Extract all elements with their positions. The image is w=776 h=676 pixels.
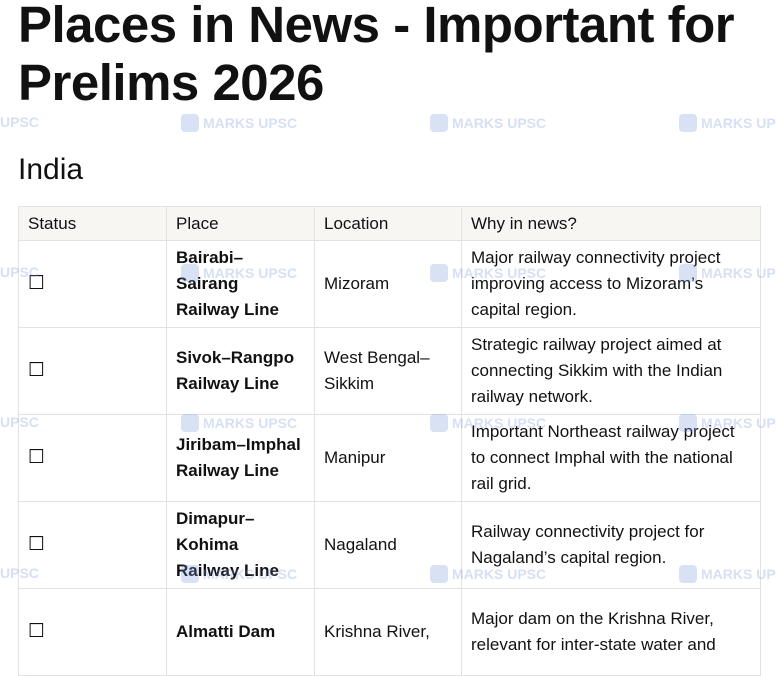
table-row: ☐ Almatti Dam Krishna River, Major dam o… <box>18 588 761 676</box>
location-cell: Manipur <box>314 414 462 502</box>
watermark-logo-icon <box>181 114 199 132</box>
why-in-news-cell: Major railway connectivity project impro… <box>461 240 761 328</box>
why-in-news-cell: Strategic railway project aimed at conne… <box>461 327 761 415</box>
table-header-row: Status Place Location Why in news? <box>18 206 761 241</box>
why-in-news-cell: Important Northeast railway project to c… <box>461 414 761 502</box>
watermark: MARKS UPSC <box>430 114 546 132</box>
why-in-news-cell: Major dam on the Krishna River, relevant… <box>461 588 761 676</box>
location-cell: West Bengal–Sikkim <box>314 327 462 415</box>
table-row: ☐ Jiribam–Imphal Railway Line Manipur Im… <box>18 414 761 502</box>
location-cell: Krishna River, <box>314 588 462 676</box>
places-table: Status Place Location Why in news? ☐ Bai… <box>18 206 761 676</box>
table-row: ☐ Sivok–Rangpo Railway Line West Bengal–… <box>18 327 761 415</box>
page-title: Places in News - Important for Prelims 2… <box>18 0 735 111</box>
location-cell: Mizoram <box>314 240 462 328</box>
status-checkbox[interactable]: ☐ <box>18 588 167 676</box>
place-cell: Jiribam–Imphal Railway Line <box>166 414 315 502</box>
table-row: ☐ Bairabi–Sairang Railway Line Mizoram M… <box>18 240 761 328</box>
place-cell: Sivok–Rangpo Railway Line <box>166 327 315 415</box>
section-heading-india: India <box>18 153 84 186</box>
watermark-logo-icon <box>430 114 448 132</box>
location-cell: Nagaland <box>314 501 462 589</box>
watermark: MARKS UPSC <box>679 114 776 132</box>
watermark: MARKS UPSC <box>181 114 297 132</box>
header-location: Location <box>314 206 462 241</box>
place-cell: Almatti Dam <box>166 588 315 676</box>
watermark: UPSC <box>0 114 39 130</box>
status-checkbox[interactable]: ☐ <box>18 501 167 589</box>
status-checkbox[interactable]: ☐ <box>18 240 167 328</box>
header-place: Place <box>166 206 315 241</box>
table-row: ☐ Dimapur–Kohima Railway Line Nagaland R… <box>18 501 761 589</box>
watermark-logo-icon <box>679 114 697 132</box>
header-why-in-news: Why in news? <box>461 206 761 241</box>
status-checkbox[interactable]: ☐ <box>18 414 167 502</box>
why-in-news-cell: Railway connectivity project for Nagalan… <box>461 501 761 589</box>
place-cell: Bairabi–Sairang Railway Line <box>166 240 315 328</box>
place-cell: Dimapur–Kohima Railway Line <box>166 501 315 589</box>
places-table-container: Status Place Location Why in news? ☐ Bai… <box>18 206 761 676</box>
status-checkbox[interactable]: ☐ <box>18 327 167 415</box>
header-status: Status <box>18 206 167 241</box>
